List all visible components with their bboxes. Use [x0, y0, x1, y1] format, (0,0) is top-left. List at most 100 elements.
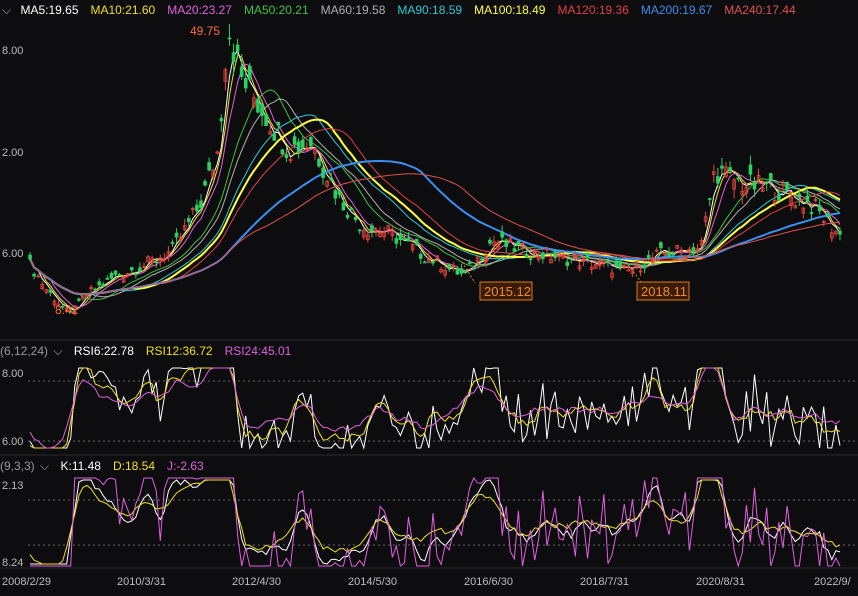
- x-tick-2: 2010/3/31: [117, 576, 166, 588]
- candle-body: [423, 261, 427, 264]
- candle-body: [227, 37, 232, 40]
- candle-body: [707, 198, 712, 200]
- candlestick: [309, 135, 313, 148]
- candle-body: [117, 274, 122, 276]
- candle-body: [309, 137, 313, 146]
- candlestick: [838, 227, 842, 241]
- kdj_legend-item-0: K:11.48: [60, 459, 101, 473]
- candle-body: [565, 261, 570, 267]
- candlestick: [793, 204, 797, 209]
- chart-stage: 8.00 2.00 6.00 8.00 6.00 2.13 8.24 2008/…: [0, 0, 858, 591]
- main_legend-item-1: MA10:21.60: [90, 3, 156, 17]
- candlestick: [44, 288, 49, 295]
- candlestick: [504, 238, 509, 253]
- candle-body: [642, 264, 647, 269]
- candlestick: [138, 262, 142, 273]
- candlestick: [36, 273, 40, 278]
- candle-body: [667, 252, 671, 257]
- candle-body: [260, 104, 264, 116]
- candlestick: [650, 252, 655, 264]
- candle-body: [585, 252, 590, 259]
- candle-body: [170, 242, 175, 244]
- candle-body: [231, 52, 236, 63]
- candle-body: [345, 215, 350, 218]
- candlestick: [32, 272, 36, 280]
- price-tick-3: 6.00: [2, 248, 23, 260]
- candlestick: [182, 218, 187, 232]
- candlestick: [207, 157, 211, 172]
- x-tick-7: 2020/8/31: [696, 576, 745, 588]
- candlestick: [280, 148, 285, 157]
- candle-body: [77, 298, 81, 301]
- candle-body: [219, 118, 224, 122]
- main_legend-item-7: MA120:19.36: [557, 3, 629, 17]
- candle-body: [785, 182, 789, 191]
- chevron-down-icon[interactable]: ⌵: [2, 3, 11, 17]
- candlestick: [105, 275, 110, 280]
- candlestick: [260, 102, 264, 127]
- candle-body: [402, 238, 407, 241]
- candlestick: [418, 251, 423, 265]
- candle-body: [321, 167, 325, 178]
- candlestick: [386, 224, 390, 235]
- candle-body: [512, 248, 517, 252]
- candlestick: [805, 187, 810, 205]
- kdj-legend[interactable]: (9,3,3) ⌵ K:11.48 D:18.54 J:-2.63: [0, 459, 216, 474]
- candlestick: [589, 262, 594, 275]
- candle-body: [154, 261, 159, 264]
- candlestick: [146, 255, 150, 264]
- candle-body: [480, 258, 484, 261]
- candle-body: [752, 180, 757, 190]
- candle-body: [764, 181, 769, 184]
- candle-body: [300, 139, 305, 148]
- candlestick: [830, 228, 834, 243]
- candle-body: [243, 77, 248, 89]
- candlestick: [516, 240, 521, 250]
- candle-body: [199, 200, 203, 209]
- candlestick: [451, 262, 456, 272]
- candlestick: [284, 147, 289, 163]
- candlestick: [459, 263, 464, 277]
- candlestick: [655, 247, 659, 253]
- candlestick: [488, 237, 492, 246]
- candlestick: [785, 181, 789, 192]
- candlestick: [166, 246, 171, 262]
- candle-body: [129, 267, 134, 271]
- candlestick: [817, 199, 822, 215]
- candlestick: [333, 188, 338, 205]
- rsi-lines: [29, 367, 841, 450]
- candlestick: [296, 138, 301, 159]
- kdj-lines: [29, 477, 841, 568]
- candle-body: [235, 44, 240, 52]
- rsi-legend[interactable]: (6,12,24) ⌵ RSI6:22.78 RSI12:36.72 RSI24:4…: [0, 344, 303, 359]
- candlestick: [541, 251, 545, 264]
- candlestick: [317, 157, 321, 168]
- candle-body: [467, 262, 472, 265]
- candlestick: [215, 150, 220, 155]
- candle-body: [406, 237, 411, 242]
- candlestick: [195, 199, 199, 214]
- candlestick: [528, 256, 533, 266]
- candle-body: [471, 266, 476, 269]
- candlestick: [357, 229, 362, 235]
- rsi-tick-1: 8.00: [2, 368, 23, 380]
- candlestick: [569, 257, 574, 264]
- main_legend-item-5: MA90:18.59: [397, 3, 463, 17]
- candle-body: [748, 164, 753, 175]
- main_legend-item-8: MA200:19.67: [640, 3, 713, 17]
- candlestick: [48, 288, 53, 297]
- candlestick: [720, 157, 724, 175]
- ma-line-3: [29, 89, 841, 301]
- candle-body: [329, 178, 334, 181]
- candlestick: [740, 181, 745, 205]
- x-tick-8: 2022/9/: [814, 576, 852, 588]
- main_legend-item-2: MA20:23.27: [167, 3, 232, 17]
- chevron-down-icon[interactable]: ⌵: [40, 459, 49, 473]
- candle-body: [333, 190, 338, 199]
- candle-body: [256, 98, 260, 113]
- main-indicator-legend[interactable]: ⌵ MA5:19.65 MA10:21.60 MA20:23.27 MA50:20.2…: [2, 3, 808, 18]
- chevron-down-icon[interactable]: ⌵: [53, 344, 62, 358]
- candlestick: [809, 207, 814, 220]
- rsi_legend-item-1: RSI12:36.72: [145, 344, 213, 358]
- marker-2018-label: 2018.11: [641, 284, 687, 299]
